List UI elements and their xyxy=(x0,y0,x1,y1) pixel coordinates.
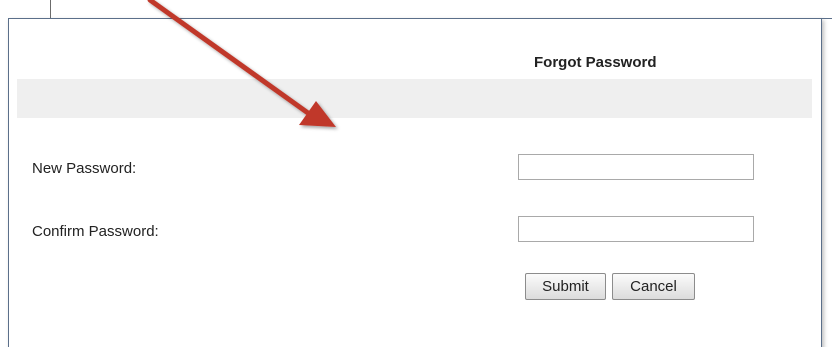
header-band xyxy=(17,79,812,118)
panel-corner-divider xyxy=(821,18,832,19)
screenshot-stage: Forgot Password New Password: Confirm Pa… xyxy=(0,0,832,347)
cancel-button[interactable]: Cancel xyxy=(612,273,695,300)
new-password-label: New Password: xyxy=(32,160,137,177)
new-password-input[interactable] xyxy=(518,154,754,180)
confirm-password-label: Confirm Password: xyxy=(32,223,159,240)
confirm-password-input[interactable] xyxy=(518,216,754,242)
submit-button[interactable]: Submit xyxy=(525,273,606,300)
page-title: Forgot Password xyxy=(534,54,657,71)
top-left-divider xyxy=(50,0,51,18)
forgot-password-panel xyxy=(8,18,832,347)
